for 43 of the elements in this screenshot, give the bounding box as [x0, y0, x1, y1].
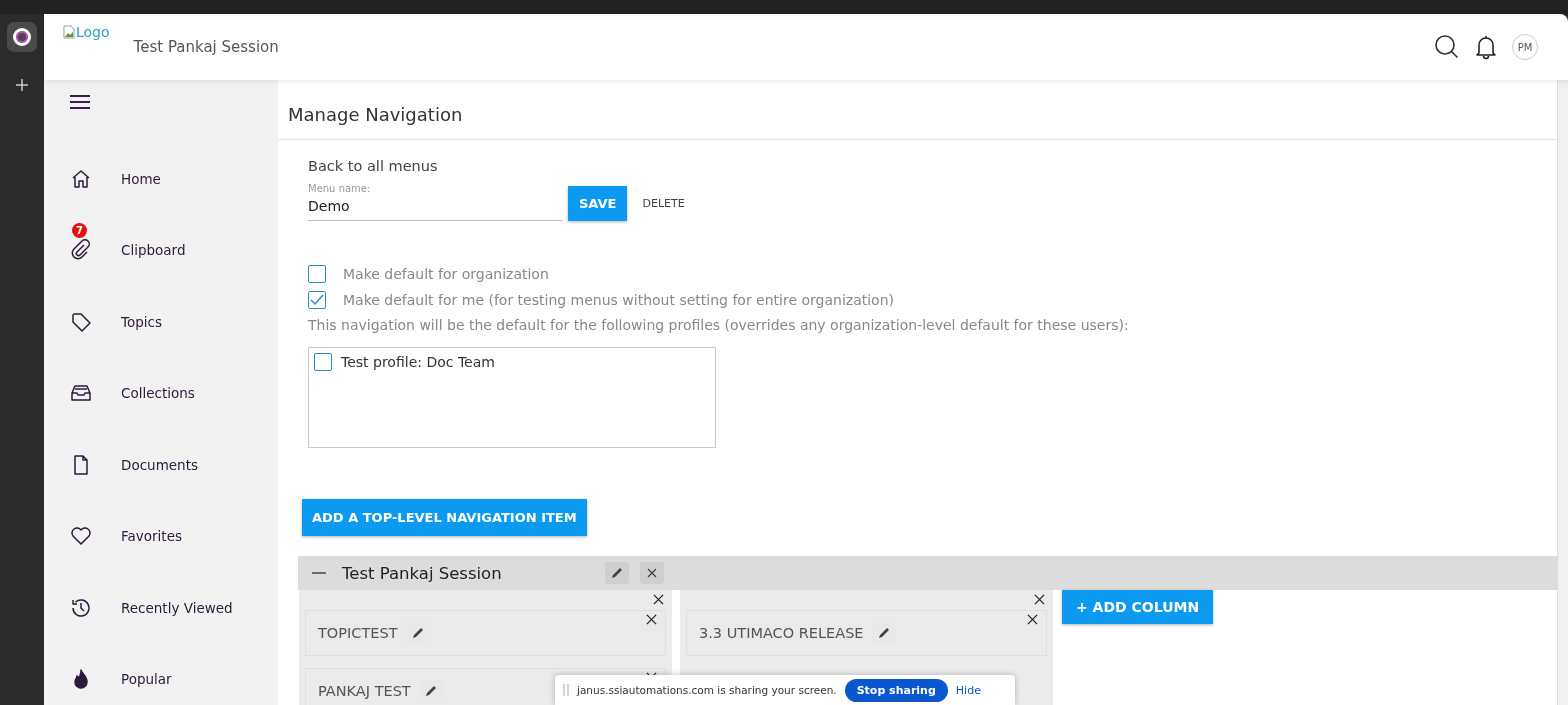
- profiles-note: This navigation will be the default for the following profiles (overrides any organization-level default for these users):: [308, 317, 1129, 333]
- history-icon: [70, 596, 92, 619]
- checkbox[interactable]: [314, 353, 332, 371]
- checkbox[interactable]: [308, 265, 326, 283]
- sidebar-item[interactable]: Popular: [70, 643, 278, 705]
- checkbox[interactable]: [308, 291, 326, 309]
- stop-sharing-button[interactable]: Stop sharing: [844, 678, 948, 702]
- search-icon[interactable]: [1434, 34, 1460, 60]
- checkbox-label: Make default for me (for testing menus without setting for entire organization): [343, 292, 894, 308]
- sidebar-item[interactable]: Documents: [70, 429, 278, 501]
- profile-label: Test profile: Doc Team: [341, 354, 495, 370]
- count-badge: 7: [72, 223, 87, 239]
- tag-icon: [70, 310, 92, 333]
- bell-icon[interactable]: [1474, 34, 1498, 60]
- navigation-item-label: 3.3 UTIMACO RELEASE: [699, 625, 864, 641]
- field-label: Menu name:: [308, 182, 372, 194]
- drag-handle-icon[interactable]: [563, 684, 569, 696]
- plus-icon[interactable]: [15, 78, 29, 92]
- navigation-item-label: TOPICTEST: [318, 625, 398, 641]
- navigation-item-label: PANKAJ TEST: [318, 683, 411, 699]
- broken-logo-image: Logo: [63, 24, 110, 40]
- session-title: Test Pankaj Session: [133, 38, 279, 56]
- sidebar-item[interactable]: Favorites: [70, 500, 278, 572]
- checkbox-label: Make default for organization: [343, 266, 549, 282]
- scrollbar[interactable]: [1557, 80, 1568, 705]
- sidebar-item[interactable]: Topics: [70, 286, 278, 358]
- page-title: Manage Navigation: [278, 90, 1557, 140]
- pencil-icon[interactable]: [605, 562, 629, 584]
- sidebar-item[interactable]: Recently Viewed: [70, 572, 278, 644]
- sidebar-item[interactable]: 7 Clipboard: [70, 214, 278, 286]
- delete-button[interactable]: DELETE: [633, 189, 694, 218]
- paperclip-icon: [70, 239, 92, 262]
- back-link[interactable]: Back to all menus: [308, 158, 438, 174]
- sharing-message: janus.ssiautomations.com is sharing your screen.: [577, 684, 837, 696]
- section-title: Test Pankaj Session: [342, 563, 503, 583]
- menu-icon[interactable]: [70, 94, 90, 110]
- home-icon: [70, 167, 92, 190]
- hide-link[interactable]: Hide: [955, 683, 981, 697]
- app-icon[interactable]: [7, 22, 37, 52]
- sidebar-item[interactable]: Home: [70, 143, 278, 215]
- menu-name-field[interactable]: Demo: [308, 193, 562, 221]
- heart-icon: [70, 525, 92, 548]
- sidebar-item[interactable]: Collections: [70, 357, 278, 429]
